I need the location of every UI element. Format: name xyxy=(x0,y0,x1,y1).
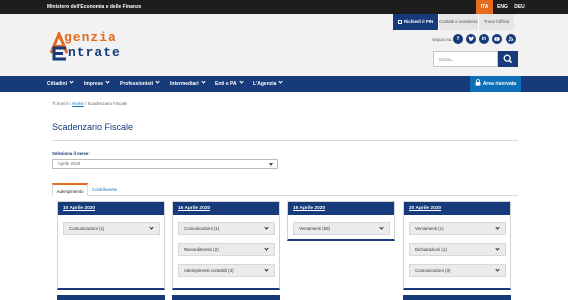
chevron-down-icon xyxy=(495,246,500,251)
area-riservata-label: Area riservata xyxy=(482,81,517,87)
title-divider xyxy=(52,140,518,141)
deadline-card-stub xyxy=(403,295,511,300)
chevron-down-icon xyxy=(264,246,269,251)
deadline-card-stub xyxy=(57,295,165,300)
lock-icon xyxy=(475,79,481,86)
ministry-link[interactable]: Ministero dell'Economia e delle Finanze xyxy=(47,3,141,11)
deadline-card-date[interactable]: 15 Aprile 2020 xyxy=(173,202,279,215)
nav-item-label: Professionisti xyxy=(120,81,154,87)
pin-request-button[interactable]: Richiedi il PIN xyxy=(393,14,438,30)
youtube-icon[interactable] xyxy=(492,34,502,44)
breadcrumb-home-link[interactable]: Home xyxy=(72,101,84,106)
chevron-down-icon xyxy=(149,225,154,230)
deadline-category[interactable]: Dichiarazioni (1) xyxy=(409,243,506,256)
deadline-category-label: Dichiarazioni (1) xyxy=(415,247,447,252)
twitter-icon[interactable] xyxy=(466,34,476,44)
nav-item-label: Enti e PA xyxy=(215,81,237,87)
breadcrumb-separator: / xyxy=(85,101,87,106)
month-select-label: Seleziona il mese: xyxy=(52,151,90,156)
nav-item-label: L'Agenzia xyxy=(253,81,277,87)
deadline-card-date[interactable]: 20 Aprile 2020 xyxy=(404,202,510,215)
agenzia-entrate-logo[interactable]: genzia ntrate xyxy=(47,30,159,70)
trova-ufficio-link[interactable]: Trova l'ufficio xyxy=(478,14,514,30)
chevron-down-icon xyxy=(238,79,244,84)
deadline-category-label: Ravvedimento (2) xyxy=(184,247,219,252)
deadline-card-date[interactable]: 16 Aprile 2020 xyxy=(288,202,394,215)
deadline-category[interactable]: Comunicazioni (3) xyxy=(409,264,506,277)
deadline-category[interactable]: Comunicazioni (1) xyxy=(63,222,160,235)
chevron-down-icon xyxy=(155,79,160,84)
logo-line1: genzia xyxy=(64,30,117,45)
deadline-category-label: Comunicazioni (1) xyxy=(184,226,220,231)
chevron-down-icon xyxy=(379,225,384,230)
chevron-down-icon xyxy=(69,79,74,84)
pin-request-label: Richiedi il PIN xyxy=(403,19,434,24)
tab-adempimento[interactable]: Adempimento xyxy=(52,183,88,196)
nav-item-label: Intermediari xyxy=(170,81,199,87)
deadline-category[interactable]: Versamenti (58) xyxy=(293,222,390,235)
deadline-category[interactable]: Ravvedimento (2) xyxy=(178,243,275,256)
deadline-card-date[interactable]: 10 Aprile 2020 xyxy=(58,202,164,215)
deadline-category[interactable]: Adempimenti contabili (3) xyxy=(178,264,275,277)
logo-line2: ntrate xyxy=(68,45,121,60)
month-select-value: Aprile 2020 xyxy=(58,161,81,166)
nav-item-label: Cittadini xyxy=(47,81,67,87)
chevron-down-icon xyxy=(495,225,500,230)
chevron-down-icon xyxy=(264,267,269,272)
language-deu[interactable]: DEU xyxy=(511,0,528,14)
chevron-down-icon xyxy=(105,79,110,84)
nav-item-professionisti[interactable]: Professionisti xyxy=(120,76,160,92)
logo-e-mark-icon xyxy=(52,46,66,61)
chevron-down-icon xyxy=(264,225,269,230)
language-ita[interactable]: ITA xyxy=(476,0,493,14)
lock-icon xyxy=(397,20,402,24)
chevron-down-icon xyxy=(278,79,284,84)
deadline-category-label: Versamenti (58) xyxy=(299,226,330,231)
deadline-category-label: Versamenti (1) xyxy=(415,226,444,231)
nav-item-agenzia[interactable]: L'Agenzia xyxy=(253,76,284,92)
breadcrumb-current: Scadenzario Fiscale xyxy=(87,101,128,106)
deadline-category-label: Adempimenti contabili (3) xyxy=(184,268,234,273)
deadline-card: 16 Aprile 2020 Versamenti (58) xyxy=(287,201,395,241)
deadline-card: 15 Aprile 2020 Comunicazioni (1) Ravvedi… xyxy=(172,201,280,290)
breadcrumb-prefix: Ti trovi in: xyxy=(52,101,71,106)
breadcrumb: Ti trovi in: Home / Scadenzario Fiscale xyxy=(52,101,127,106)
chevron-down-icon xyxy=(201,79,206,84)
search-icon xyxy=(503,54,513,64)
search-button[interactable] xyxy=(498,51,518,67)
nav-item-label: Imprese xyxy=(84,81,104,87)
facebook-icon[interactable]: f xyxy=(453,34,463,44)
deadline-category[interactable]: Comunicazioni (1) xyxy=(178,222,275,235)
month-select[interactable]: Aprile 2020 xyxy=(52,159,278,169)
social-label: Seguici su: xyxy=(432,37,453,42)
tabs-divider xyxy=(52,195,518,196)
chevron-down-icon xyxy=(495,267,500,272)
rss-icon[interactable] xyxy=(506,34,516,44)
nav-item-intermediari[interactable]: Intermediari xyxy=(170,76,206,92)
area-riservata-button[interactable]: Area riservata xyxy=(470,76,521,92)
page-title: Scadenzario Fiscale xyxy=(52,122,134,132)
deadline-category-label: Comunicazioni (3) xyxy=(415,268,451,273)
nav-item-cittadini[interactable]: Cittadini xyxy=(47,76,74,92)
deadline-category[interactable]: Versamenti (1) xyxy=(409,222,506,235)
caret-down-icon xyxy=(269,163,273,166)
language-eng[interactable]: ENG xyxy=(494,0,511,14)
search-input[interactable] xyxy=(433,51,498,67)
deadline-card-stub xyxy=(172,295,280,300)
deadline-card: 10 Aprile 2020 Comunicazioni (1) xyxy=(57,201,165,290)
contatti-link[interactable]: Contatti e assistenza xyxy=(438,14,480,30)
nav-item-imprese[interactable]: Imprese xyxy=(84,76,110,92)
linkedin-icon[interactable]: in xyxy=(479,34,489,44)
nav-item-enti-pa[interactable]: Enti e PA xyxy=(215,76,244,92)
deadline-category-label: Comunicazioni (1) xyxy=(69,226,105,231)
deadline-card: 20 Aprile 2020 Versamenti (1) Dichiarazi… xyxy=(403,201,511,290)
